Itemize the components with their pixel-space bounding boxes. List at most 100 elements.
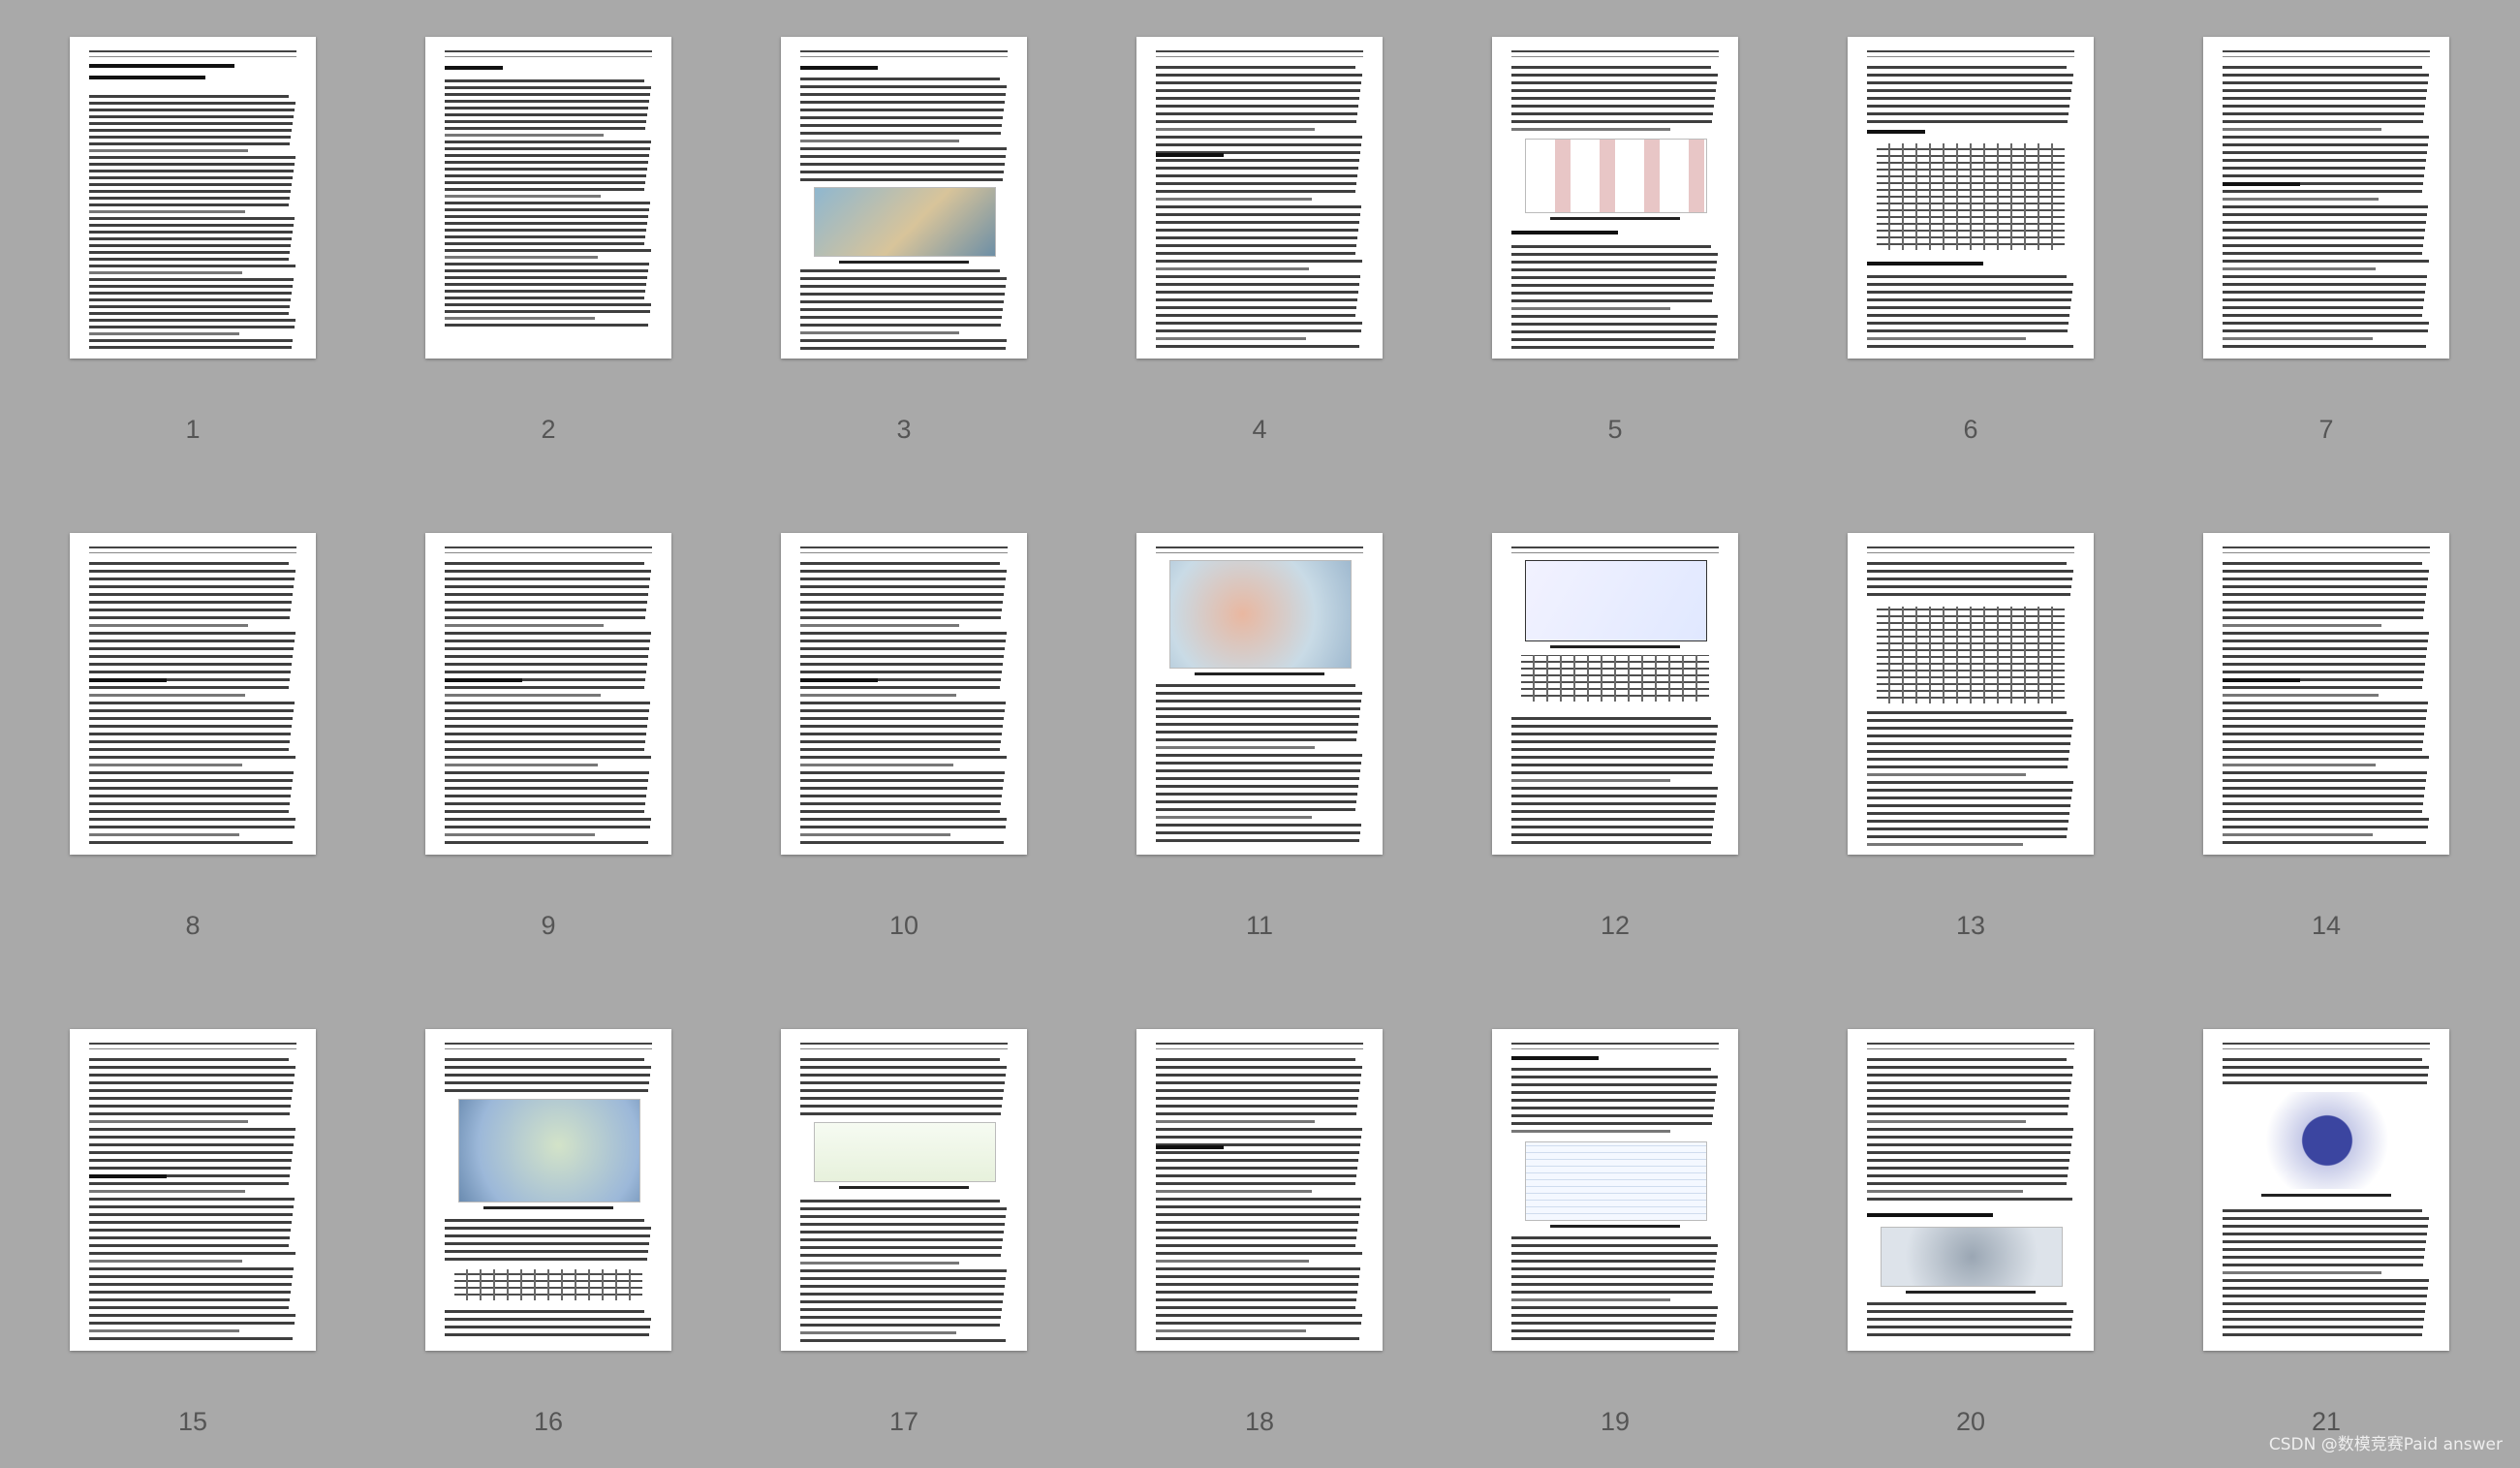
page-preview[interactable] xyxy=(781,533,1027,855)
page-preview[interactable] xyxy=(1848,37,2094,359)
page-thumbnail[interactable]: 21 xyxy=(2203,1029,2453,1437)
page-thumbnail[interactable]: 7 xyxy=(2203,37,2453,445)
page-preview[interactable] xyxy=(781,37,1027,359)
text-line xyxy=(1156,213,1360,216)
text-line xyxy=(800,116,1003,119)
text-line xyxy=(1156,700,1361,703)
text-line xyxy=(800,1081,1005,1084)
text-line xyxy=(2223,702,2428,704)
page-number-label: 10 xyxy=(888,911,919,940)
section-heading xyxy=(2223,678,2300,682)
page-thumbnail[interactable]: 17 xyxy=(781,1029,1031,1437)
text-line xyxy=(89,810,289,813)
page-thumbnail[interactable]: 11 xyxy=(1136,533,1386,941)
page-thumbnail[interactable]: 5 xyxy=(1492,37,1742,445)
text-line xyxy=(89,725,292,728)
page-thumbnail[interactable]: 3 xyxy=(781,37,1031,445)
text-line xyxy=(89,203,289,206)
text-line xyxy=(1867,835,2067,838)
page-preview[interactable] xyxy=(1492,1029,1738,1351)
page-header xyxy=(445,50,652,57)
text-line xyxy=(2223,593,2426,596)
text-line xyxy=(1156,762,1361,765)
page-preview[interactable] xyxy=(781,1029,1027,1351)
text-line xyxy=(1156,97,1359,100)
text-line xyxy=(800,771,1005,774)
page-preview[interactable] xyxy=(70,1029,316,1351)
text-line xyxy=(2223,66,2422,69)
page-thumbnail[interactable]: 20 xyxy=(1848,1029,2098,1437)
text-line xyxy=(1156,74,1362,77)
text-line xyxy=(1156,746,1315,749)
text-line xyxy=(89,787,292,790)
table xyxy=(1877,143,2065,250)
page-preview[interactable] xyxy=(1136,37,1383,359)
page-preview[interactable] xyxy=(1136,1029,1383,1351)
page-number-label: 15 xyxy=(177,1407,208,1436)
page-preview[interactable] xyxy=(70,533,316,855)
text-line xyxy=(800,293,1005,296)
text-line xyxy=(1867,843,2023,846)
text-line xyxy=(800,1066,1007,1069)
text-line xyxy=(1867,773,2026,776)
text-line xyxy=(1156,715,1359,718)
text-line xyxy=(445,297,644,299)
text-line xyxy=(2223,570,2429,573)
text-line xyxy=(2223,1248,2425,1251)
page-thumbnail[interactable]: 2 xyxy=(425,37,675,445)
text-line xyxy=(2223,1256,2424,1259)
page-thumbnail[interactable]: 14 xyxy=(2203,533,2453,941)
text-line xyxy=(2223,671,2424,673)
text-line xyxy=(2223,1225,2428,1228)
page-thumbnail[interactable]: 16 xyxy=(425,1029,675,1437)
page-thumbnail[interactable]: 6 xyxy=(1848,37,2098,445)
text-line xyxy=(89,305,290,308)
text-line xyxy=(445,802,645,805)
text-line xyxy=(2223,655,2426,658)
page-preview[interactable] xyxy=(1136,533,1383,855)
page-preview[interactable] xyxy=(2203,533,2449,855)
map-figure xyxy=(458,1099,640,1203)
text-line xyxy=(445,147,650,150)
page-preview[interactable] xyxy=(1848,1029,2094,1351)
page-thumbnail[interactable]: 4 xyxy=(1136,37,1386,445)
page-thumbnail[interactable]: 1 xyxy=(70,37,320,445)
page-thumbnail[interactable]: 8 xyxy=(70,533,320,941)
page-preview[interactable] xyxy=(425,533,671,855)
text-line xyxy=(1156,1229,1357,1232)
page-thumbnail[interactable]: 13 xyxy=(1848,533,2098,941)
text-line xyxy=(89,709,294,712)
text-line xyxy=(89,271,242,274)
page-thumbnail[interactable]: 10 xyxy=(781,533,1031,941)
page-preview[interactable] xyxy=(425,37,671,359)
page-thumbnail[interactable]: 18 xyxy=(1136,1029,1386,1437)
text-line xyxy=(2223,329,2428,332)
text-line xyxy=(1156,329,1361,332)
page-preview[interactable] xyxy=(1492,533,1738,855)
text-line xyxy=(1511,1091,1716,1094)
text-line xyxy=(800,1339,1006,1342)
page-thumbnail[interactable]: 19 xyxy=(1492,1029,1742,1437)
page-preview[interactable] xyxy=(2203,1029,2449,1351)
text-line xyxy=(445,1242,649,1245)
page-thumbnail[interactable]: 12 xyxy=(1492,533,1742,941)
text-line xyxy=(800,810,1000,813)
text-line xyxy=(1511,1252,1717,1255)
text-line xyxy=(89,1244,289,1247)
page-header xyxy=(1156,50,1363,57)
text-line xyxy=(2223,841,2426,844)
text-line xyxy=(1156,800,1356,803)
text-line xyxy=(89,136,291,139)
page-thumbnail[interactable]: 9 xyxy=(425,533,675,941)
text-line xyxy=(445,127,645,130)
page-preview[interactable] xyxy=(2203,37,2449,359)
page-preview[interactable] xyxy=(1492,37,1738,359)
page-preview[interactable] xyxy=(70,37,316,359)
page-header xyxy=(2223,547,2430,553)
page-preview[interactable] xyxy=(1848,533,2094,855)
text-line xyxy=(1867,1174,2068,1177)
page-thumbnail[interactable]: 15 xyxy=(70,1029,320,1437)
text-line xyxy=(2223,205,2428,208)
page-preview[interactable] xyxy=(425,1029,671,1351)
text-line xyxy=(800,818,1007,821)
